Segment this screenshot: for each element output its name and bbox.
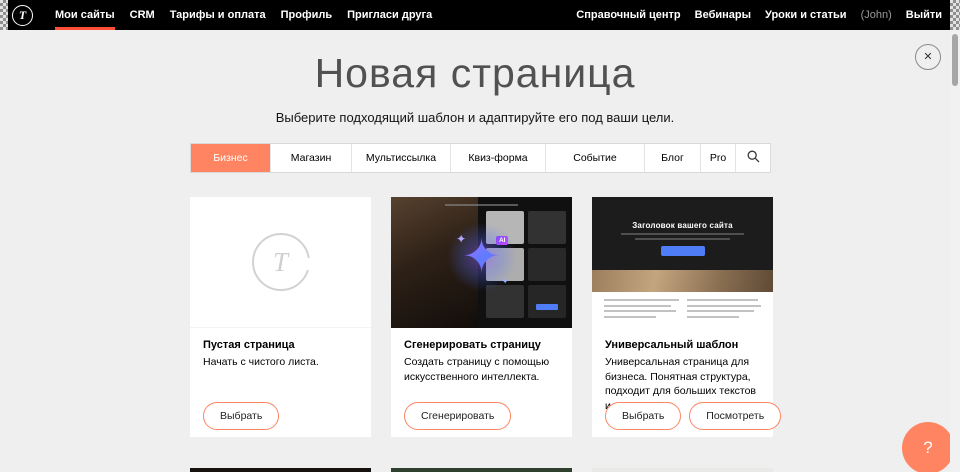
preview-cta-button [661, 246, 705, 256]
choose-template-button[interactable]: Выбрать [605, 402, 681, 430]
page-subtitle: Выберите подходящий шаблон и адаптируйте… [0, 110, 950, 125]
ai-sparkle-icon: ✦ [456, 232, 466, 246]
help-button[interactable]: ? [902, 422, 954, 472]
topbar: T Мои сайты CRM Тарифы и оплата Профиль … [0, 0, 950, 30]
page-title: Новая страница [0, 50, 950, 97]
user-name: (John) [861, 9, 892, 21]
tab-multilink[interactable]: Мультиссылка [351, 144, 450, 172]
tilda-logo-letter: T [19, 8, 26, 23]
tilda-logo[interactable]: T [12, 5, 33, 26]
preview-photo [592, 270, 773, 292]
blank-page-thumbnail: T [190, 197, 371, 328]
tab-search[interactable] [735, 144, 770, 172]
nav-help-center[interactable]: Справочный центр [576, 0, 680, 30]
card-actions: Сгенерировать [404, 402, 511, 430]
template-thumbnail-partial [190, 468, 371, 472]
template-thumbnail-partial [391, 468, 572, 472]
ai-generate-thumbnail: ✦ ✦ ✦ AI [391, 197, 572, 328]
next-template-row [190, 468, 773, 472]
tab-pro[interactable]: Pro [700, 144, 735, 172]
topbar-right-nav: Справочный центр Вебинары Уроки и статьи… [576, 0, 942, 30]
tab-blog[interactable]: Блог [644, 144, 700, 172]
template-cards: T Пустая страница Начать с чистого листа… [190, 197, 773, 437]
mini-button-shape [536, 304, 558, 310]
preview-text-line [621, 233, 744, 235]
tab-event[interactable]: Событие [545, 144, 644, 172]
page-edge-pattern [950, 0, 960, 30]
nav-crm[interactable]: CRM [130, 0, 155, 30]
card-actions: Выбрать Посмотреть [605, 402, 781, 430]
tab-business[interactable]: Бизнес [191, 144, 270, 172]
preview-heading: Заголовок вашего сайта [592, 221, 773, 230]
preview-template-button[interactable]: Посмотреть [689, 402, 781, 430]
ai-sparkle-icon: ✦ [462, 233, 501, 279]
logo-ring-gap [304, 258, 311, 270]
ai-sparkle-icon: ✦ [501, 276, 509, 287]
topbar-left-nav: Мои сайты CRM Тарифы и оплата Профиль Пр… [55, 0, 432, 30]
thumbnail-caption-line [445, 204, 517, 206]
scrollbar [950, 0, 960, 472]
preview-text-line [635, 238, 729, 240]
template-category-tabs: Бизнес Магазин Мультиссылка Квиз-форма С… [190, 143, 771, 173]
tab-shop[interactable]: Магазин [270, 144, 351, 172]
preview-cover: Заголовок вашего сайта [592, 197, 773, 270]
tilda-logo-letter: T [273, 247, 288, 278]
search-icon [747, 150, 760, 166]
card-description: Создать страницу с помощью искусственног… [404, 355, 560, 384]
card-generate-ai: ✦ ✦ ✦ AI Сгенерировать страницу Создать … [391, 197, 572, 437]
screen: T Мои сайты CRM Тарифы и оплата Профиль … [0, 0, 960, 472]
page-edge-pattern [0, 0, 8, 30]
scrollbar-thumb[interactable] [952, 34, 958, 86]
nav-my-sites[interactable]: Мои сайты [55, 0, 115, 30]
tab-quiz-form[interactable]: Квиз-форма [450, 144, 545, 172]
ai-badge: AI [496, 236, 509, 245]
card-universal-template: Заголовок вашего сайта Универсальный шаб… [592, 197, 773, 437]
question-icon: ? [923, 438, 932, 458]
nav-invite-friend[interactable]: Пригласи друга [347, 0, 432, 30]
generate-button[interactable]: Сгенерировать [404, 402, 511, 430]
logout-link[interactable]: Выйти [906, 0, 942, 30]
card-title: Сгенерировать страницу [404, 339, 559, 351]
card-actions: Выбрать [203, 402, 279, 430]
card-description: Начать с чистого листа. [203, 355, 359, 370]
nav-lessons[interactable]: Уроки и статьи [765, 0, 847, 30]
card-blank-page: T Пустая страница Начать с чистого листа… [190, 197, 371, 437]
nav-tariffs[interactable]: Тарифы и оплата [170, 0, 266, 30]
preview-body-text [592, 292, 773, 328]
template-thumbnail-partial [592, 468, 773, 472]
universal-template-thumbnail: Заголовок вашего сайта [592, 197, 773, 328]
nav-profile[interactable]: Профиль [281, 0, 332, 30]
card-title: Универсальный шаблон [605, 339, 760, 351]
choose-blank-button[interactable]: Выбрать [203, 402, 279, 430]
nav-webinars[interactable]: Вебинары [695, 0, 751, 30]
card-title: Пустая страница [203, 339, 358, 351]
tilda-logo-watermark: T [252, 233, 310, 291]
